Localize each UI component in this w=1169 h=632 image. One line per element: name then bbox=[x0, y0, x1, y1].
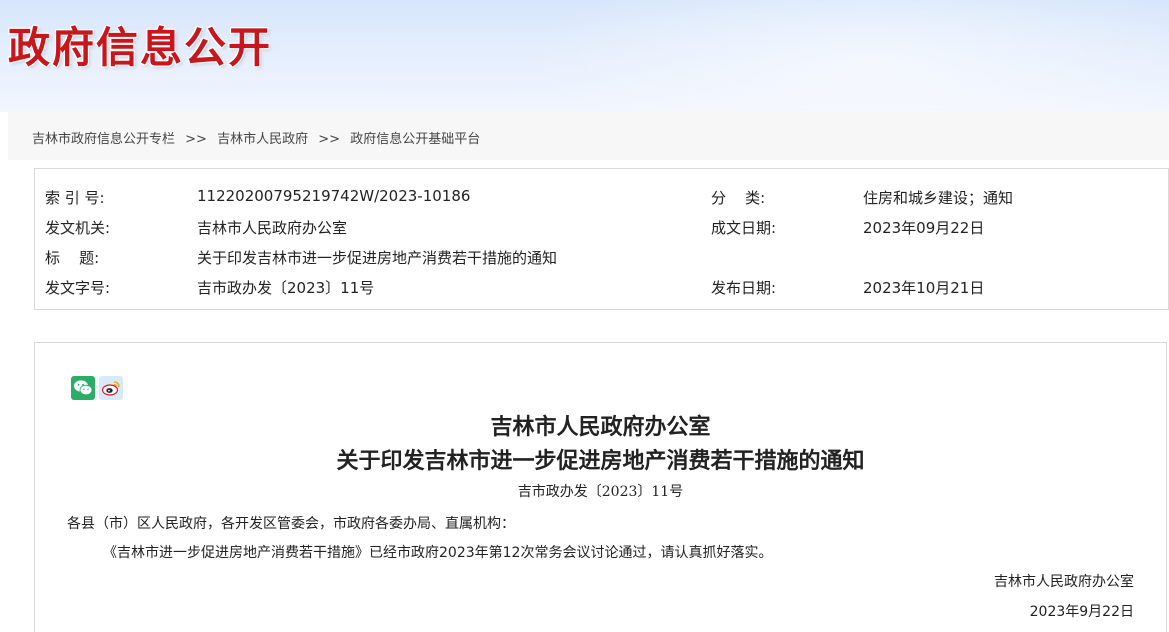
meta-row-title: 标 题: 关于印发吉林市进一步促进房地产消费若干措施的通知 bbox=[35, 229, 1168, 267]
document-title: 关于印发吉林市进一步促进房地产消费若干措施的通知 bbox=[336, 448, 865, 474]
breadcrumb: 吉林市政府信息公开专栏 >> 吉林市人民政府 >> 政府信息公开基础平台 bbox=[32, 128, 480, 147]
share-bar bbox=[71, 376, 123, 400]
breadcrumb-item-platform[interactable]: 政府信息公开基础平台 bbox=[350, 132, 480, 147]
breadcrumb-item-government[interactable]: 吉林市人民政府 bbox=[217, 132, 308, 147]
document-number: 吉市政办发〔2023〕11号 bbox=[517, 484, 684, 500]
doc-number-value: 吉市政办发〔2023〕11号 bbox=[197, 279, 375, 297]
meta-row-docno: 发文字号: 吉市政办发〔2023〕11号 发布日期: 2023年10月21日 bbox=[35, 259, 1168, 297]
document-title-issuer: 吉林市人民政府办公室 bbox=[490, 414, 711, 440]
signature-text: 吉林市人民政府办公室 bbox=[994, 574, 1134, 590]
document-metadata-table: 索 引 号: 11220200795219742W/2023-10186 分 类… bbox=[34, 168, 1169, 310]
breadcrumb-separator: >> bbox=[318, 132, 341, 147]
publish-date-value: 2023年10月21日 bbox=[863, 279, 985, 297]
body-text: 《吉林市进一步促进房地产消费若干措施》已经市政府2023年第12次常务会议讨论通… bbox=[103, 545, 773, 561]
header-banner: 政府信息公开 bbox=[0, 0, 1169, 112]
breadcrumb-item-column[interactable]: 吉林市政府信息公开专栏 bbox=[32, 132, 175, 147]
signature-date: 2023年9月22日 bbox=[1029, 604, 1134, 620]
breadcrumb-separator: >> bbox=[185, 132, 207, 147]
publish-date-label: 发布日期: bbox=[711, 279, 777, 297]
document-content: 吉林市人民政府办公室 关于印发吉林市进一步促进房地产消费若干措施的通知 吉市政办… bbox=[34, 342, 1167, 632]
weibo-icon[interactable] bbox=[99, 376, 123, 400]
meta-row-issuer: 发文机关: 吉林市人民政府办公室 成文日期: 2023年09月22日 bbox=[35, 199, 1168, 237]
meta-row-index: 索 引 号: 11220200795219742W/2023-10186 分 类… bbox=[35, 169, 1168, 207]
salutation-text: 各县（市）区人民政府，各开发区管委会，市政府各委办局、直属机构： bbox=[67, 516, 515, 532]
breadcrumb-bar: 吉林市政府信息公开专栏 >> 吉林市人民政府 >> 政府信息公开基础平台 bbox=[8, 112, 1169, 160]
wechat-icon[interactable] bbox=[71, 376, 95, 400]
doc-number-label: 发文字号: bbox=[45, 279, 111, 297]
site-title: 政府信息公开 bbox=[8, 23, 273, 72]
